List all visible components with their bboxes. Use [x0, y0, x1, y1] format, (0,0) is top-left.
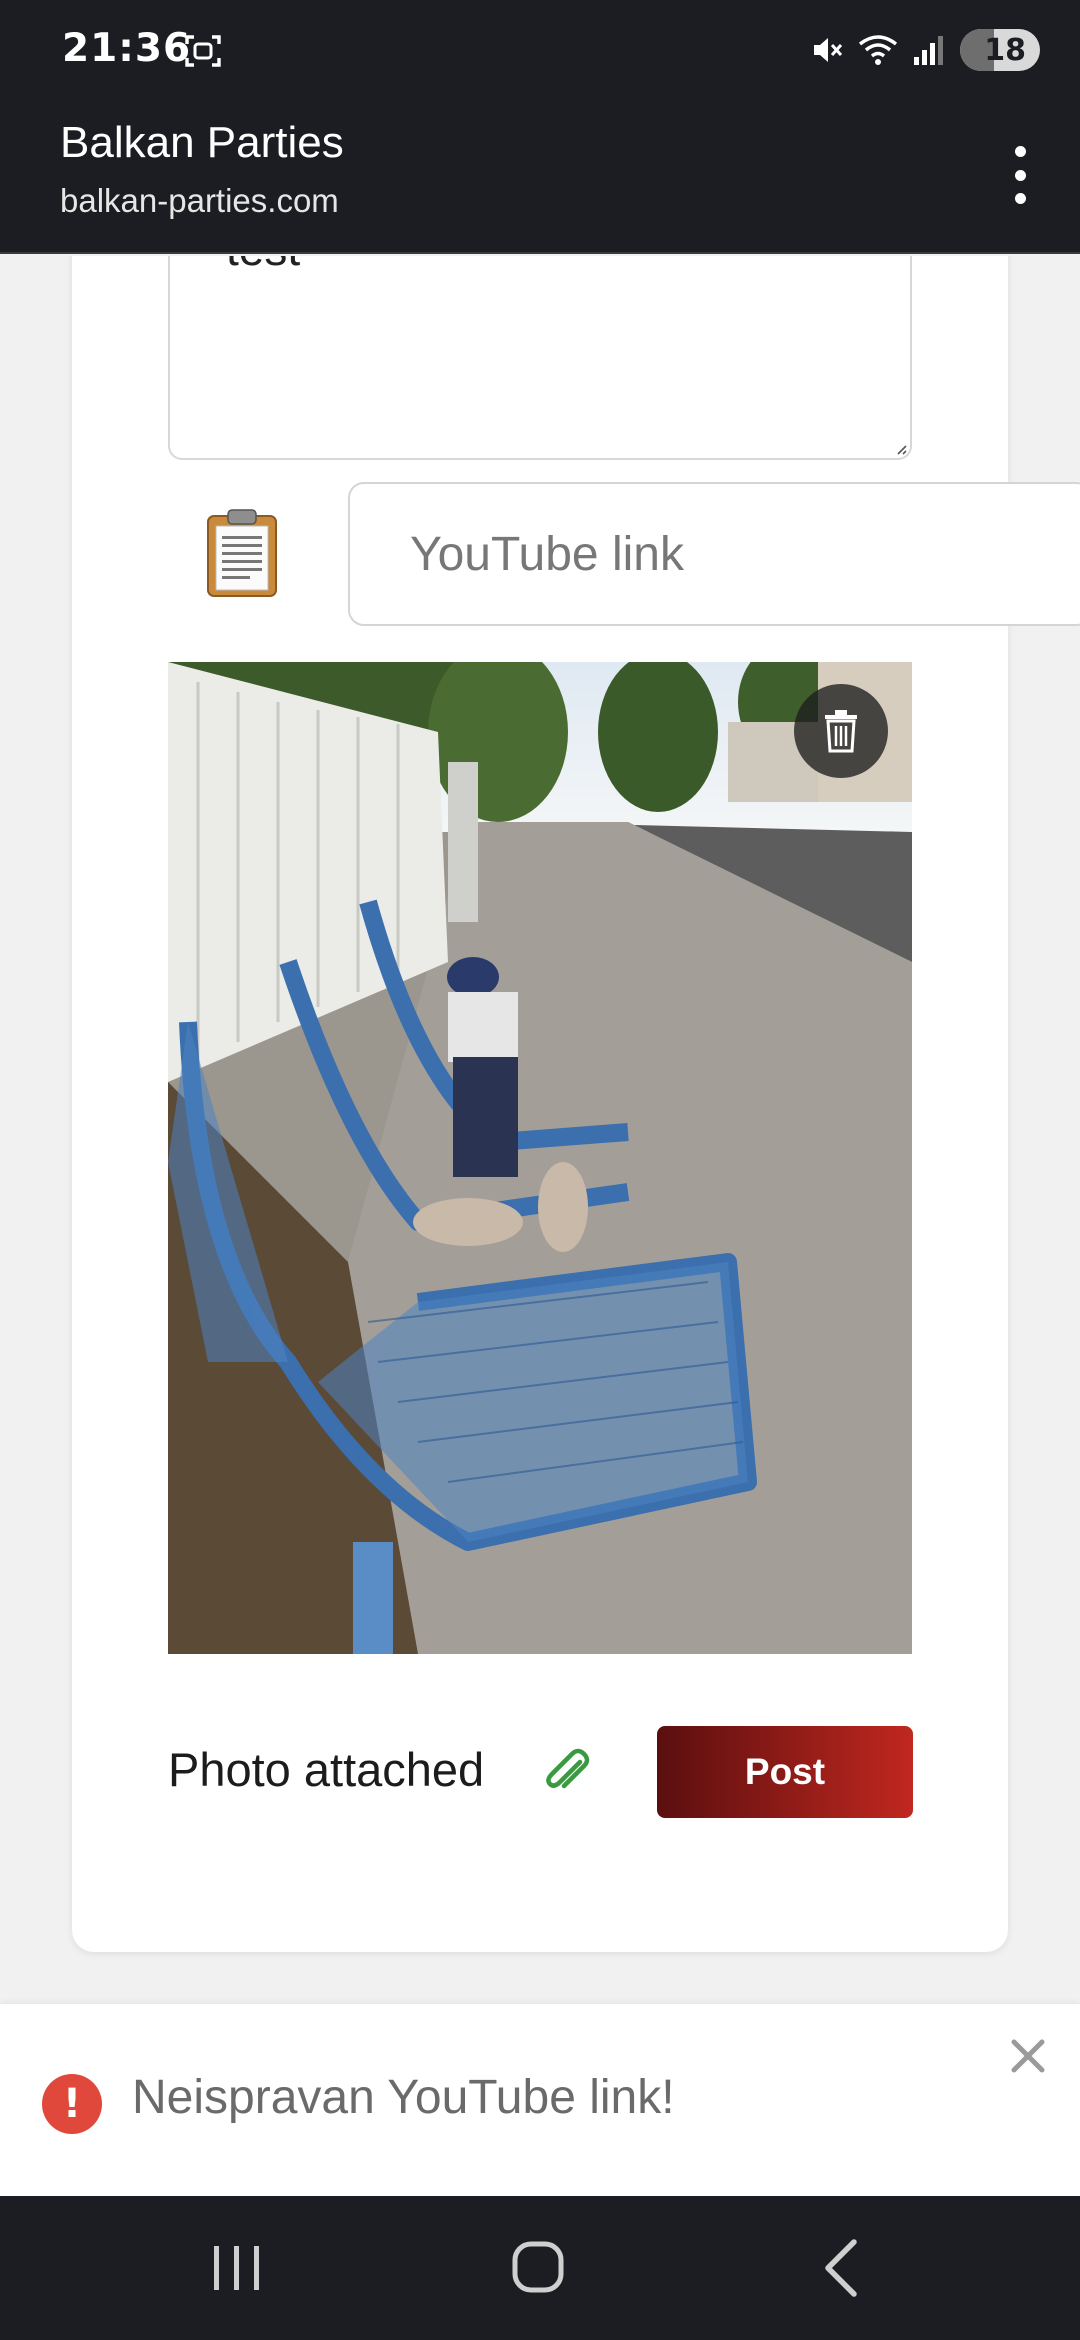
page-content: test [0, 256, 1080, 2004]
browser-header: Balkan Parties balkan-parties.com [0, 100, 1080, 254]
toast-message: Neispravan YouTube link! [132, 2071, 675, 2124]
youtube-link-input[interactable] [348, 482, 1080, 626]
site-url[interactable]: balkan-parties.com [60, 182, 339, 220]
mute-icon [814, 38, 843, 62]
paperclip-icon[interactable] [540, 1746, 596, 1802]
delete-photo-button[interactable] [794, 684, 888, 778]
back-icon[interactable] [808, 2236, 878, 2300]
attachment-row: Photo attached Post [168, 1726, 913, 1818]
photo-image [168, 662, 912, 1654]
post-textarea-value: test [226, 256, 300, 276]
status-time: 21:36 [62, 26, 192, 71]
recents-icon[interactable] [202, 2236, 272, 2300]
error-toast: ! Neispravan YouTube link! [0, 2004, 1080, 2196]
more-vert-icon[interactable] [1000, 140, 1040, 210]
post-textarea[interactable]: test [168, 256, 912, 460]
trash-icon [825, 710, 857, 753]
screenshot-icon [185, 35, 221, 67]
status-bar: 21:36 18 [0, 0, 1080, 100]
home-icon[interactable] [503, 2236, 573, 2300]
close-icon[interactable] [1006, 2034, 1050, 2078]
attached-photo [168, 662, 912, 1654]
resize-grip-icon[interactable] [894, 442, 908, 456]
status-icons: 18 [810, 28, 1040, 72]
post-form-card: test [72, 256, 1080, 1952]
attachment-status: Photo attached [168, 1743, 485, 1796]
wifi-icon [858, 35, 898, 65]
signal-icon [914, 36, 943, 65]
battery-level: 18 [984, 32, 1026, 68]
battery-icon: 18 [960, 29, 1040, 71]
system-nav-bar [0, 2196, 1080, 2340]
site-title: Balkan Parties [60, 118, 344, 167]
post-button[interactable]: Post [657, 1726, 913, 1818]
error-icon: ! [42, 2074, 102, 2134]
clipboard-paste-icon[interactable] [202, 506, 282, 598]
